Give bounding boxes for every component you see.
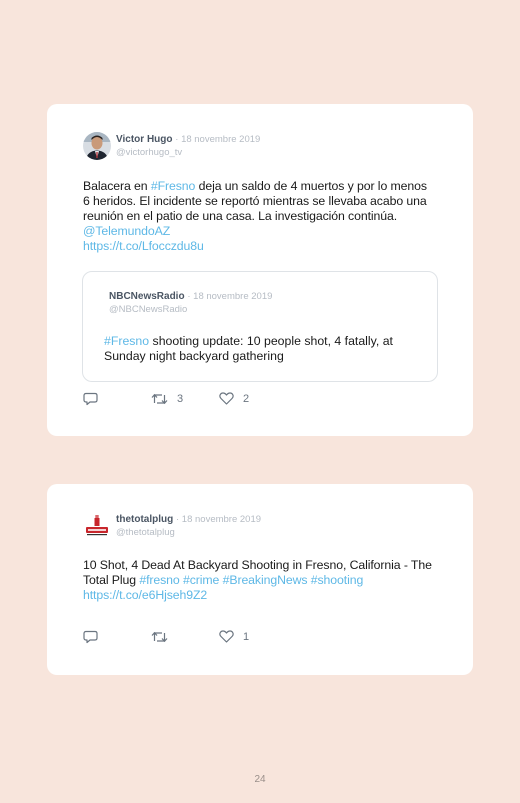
reply-button[interactable] xyxy=(83,392,98,406)
heart-icon xyxy=(219,392,234,405)
tweet-actions: 1 xyxy=(83,630,303,646)
url-link[interactable]: https://t.co/e6Hjseh9Z2 xyxy=(83,588,207,602)
like-button[interactable]: 2 xyxy=(219,392,249,405)
avatar[interactable] xyxy=(83,512,111,540)
author-name[interactable]: Victor Hugo xyxy=(116,134,172,145)
hashtag-link[interactable]: #fresno xyxy=(139,573,179,587)
like-button[interactable]: 1 xyxy=(219,630,249,643)
like-count: 1 xyxy=(243,630,250,643)
retweet-count: 3 xyxy=(177,393,184,405)
tweet-date[interactable]: · 18 novembre 2019 xyxy=(175,134,260,145)
tweet-card: thetotalplug · 18 novembre 2019 @thetota… xyxy=(47,484,473,675)
tweet-text: 10 Shot, 4 Dead At Backyard Shooting in … xyxy=(83,558,435,603)
tweet-header: thetotalplug · 18 novembre 2019 @thetota… xyxy=(83,512,261,540)
retweet-icon xyxy=(151,393,168,405)
heart-icon xyxy=(219,630,234,643)
author-handle[interactable]: @thetotalplug xyxy=(116,526,261,539)
reply-icon xyxy=(83,630,98,644)
quote-header: NBCNewsRadio · 18 novembre 2019 @NBCNews… xyxy=(109,290,272,316)
author-name[interactable]: thetotalplug xyxy=(116,514,173,525)
hashtag-link[interactable]: #Fresno xyxy=(104,334,149,348)
quoted-tweet[interactable]: NBCNewsRadio · 18 novembre 2019 @NBCNews… xyxy=(82,271,438,382)
quote-text: #Fresno shooting update: 10 people shot,… xyxy=(104,334,424,364)
reply-button[interactable] xyxy=(83,630,98,644)
hashtag-link[interactable]: #Fresno xyxy=(151,179,196,193)
retweet-icon xyxy=(151,631,168,643)
avatar[interactable] xyxy=(83,132,111,160)
tweet-header: Victor Hugo · 18 novembre 2019 @victorhu… xyxy=(83,132,260,160)
hashtag-link[interactable]: #shooting xyxy=(311,573,364,587)
hashtag-link[interactable]: #BreakingNews xyxy=(223,573,308,587)
quote-date[interactable]: · 18 novembre 2019 xyxy=(187,291,272,302)
text-segment: Balacera en xyxy=(83,179,151,193)
hashtag-link[interactable]: #crime xyxy=(183,573,219,587)
thetotalplug-logo-icon xyxy=(83,512,111,540)
tweet-text: Balacera en #Fresno deja un saldo de 4 m… xyxy=(83,179,435,254)
quote-author-handle[interactable]: @NBCNewsRadio xyxy=(109,303,272,316)
mention-link[interactable]: @TelemundoAZ xyxy=(83,224,170,238)
author-handle[interactable]: @victorhugo_tv xyxy=(116,146,260,159)
retweet-button[interactable] xyxy=(151,630,177,644)
url-link[interactable]: https://t.co/Lfocczdu8u xyxy=(83,239,204,253)
page-number: 24 xyxy=(254,774,266,785)
tweet-card: Victor Hugo · 18 novembre 2019 @victorhu… xyxy=(47,104,473,436)
tweet-date[interactable]: · 18 novembre 2019 xyxy=(176,514,261,525)
tweet-actions: 3 2 xyxy=(83,392,303,408)
retweet-button[interactable]: 3 xyxy=(151,392,183,406)
reply-icon xyxy=(83,392,98,406)
quote-author-name[interactable]: NBCNewsRadio xyxy=(109,291,185,302)
like-count: 2 xyxy=(243,392,250,405)
